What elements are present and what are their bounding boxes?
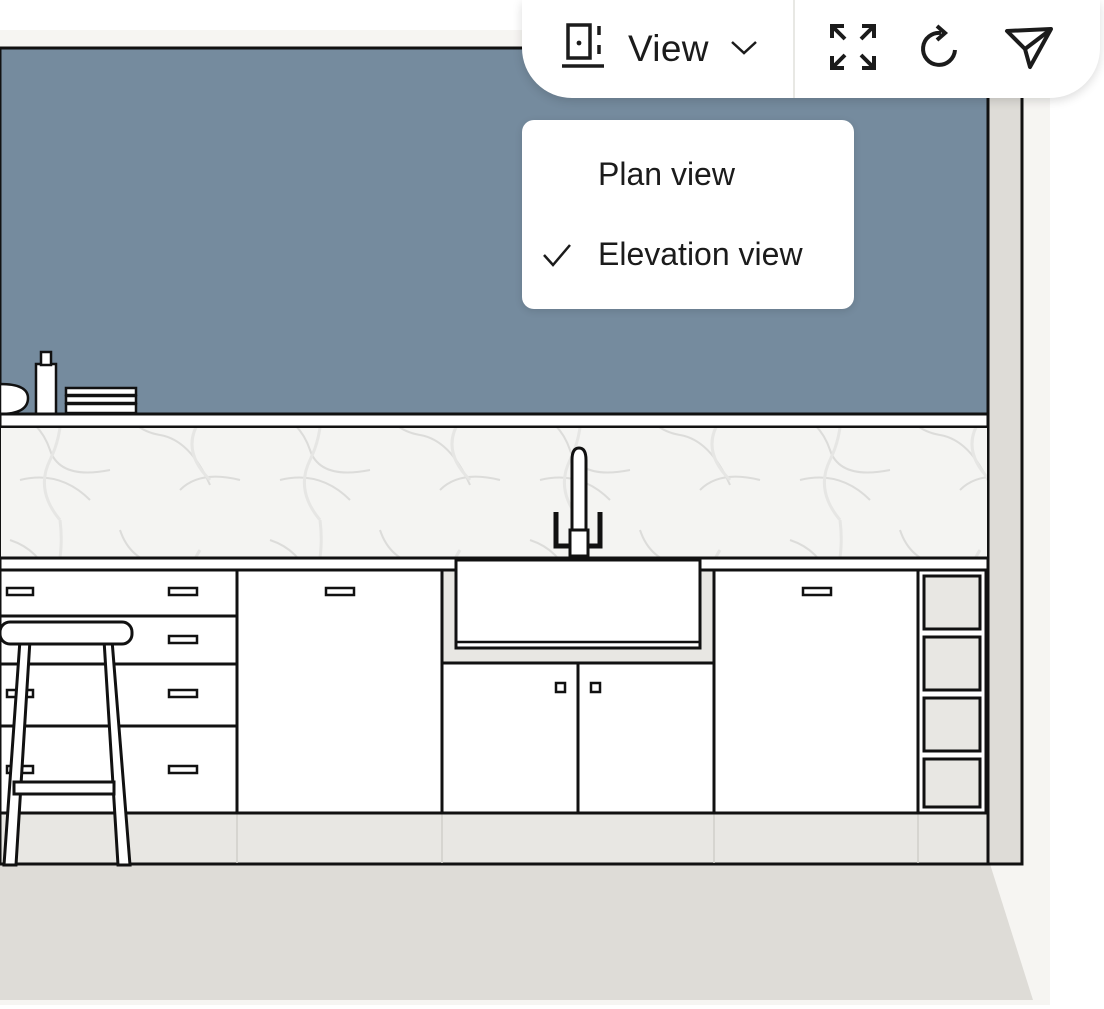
base-cabinet-right[interactable] <box>712 568 920 815</box>
rotate-button[interactable] <box>915 23 967 75</box>
toe-kick <box>0 811 990 866</box>
sink-cabinet[interactable] <box>440 558 716 815</box>
base-cabinet-left[interactable] <box>235 568 444 815</box>
shelf <box>0 412 990 429</box>
menu-item-plan-view[interactable]: Plan view <box>522 138 854 210</box>
fullscreen-button[interactable] <box>827 23 879 75</box>
rotate-icon <box>917 22 965 77</box>
share-button[interactable] <box>1003 23 1055 75</box>
toolbar: View <box>522 0 1100 98</box>
share-icon <box>1004 23 1054 76</box>
view-dropdown-button[interactable]: View <box>522 0 793 98</box>
floor <box>0 864 1033 1000</box>
checkmark-icon <box>542 240 572 275</box>
menu-item-label: Plan view <box>598 155 735 192</box>
backsplash <box>0 426 989 559</box>
view-button-label: View <box>628 28 709 69</box>
cubby-shelf[interactable] <box>916 568 988 815</box>
view-menu: Plan view Elevation view <box>522 120 854 309</box>
menu-item-elevation-view[interactable]: Elevation view <box>522 218 854 290</box>
view-mode-icon <box>560 22 606 77</box>
chevron-down-icon <box>729 37 759 62</box>
fullscreen-icon <box>828 22 878 77</box>
menu-item-label: Elevation view <box>598 235 803 272</box>
side-wall <box>986 46 1024 866</box>
